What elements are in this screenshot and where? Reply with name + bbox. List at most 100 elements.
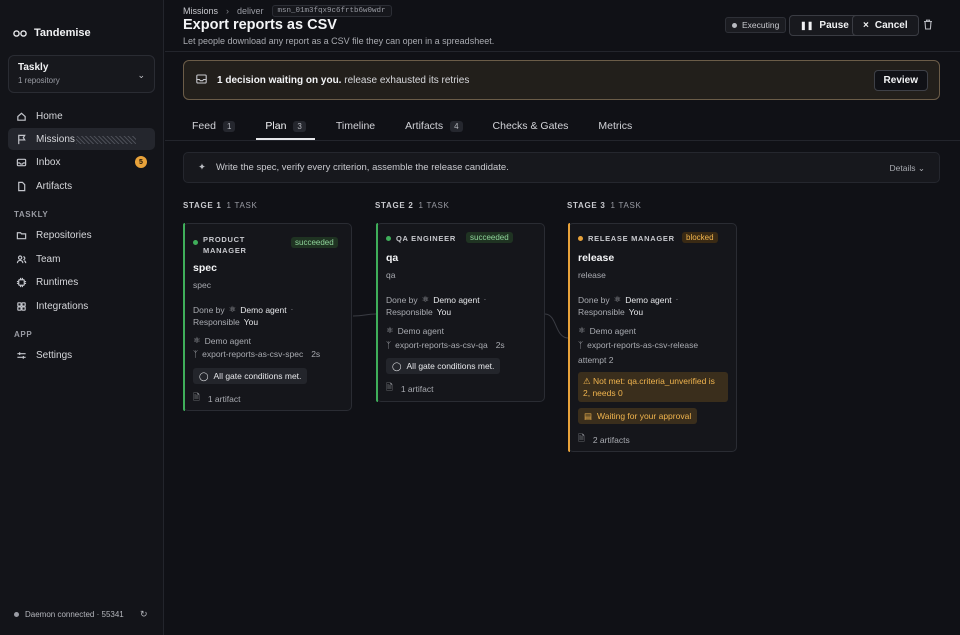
nav-integrations[interactable]: Integrations (8, 295, 155, 317)
nav-settings[interactable]: Settings (8, 344, 155, 366)
page-title: Export reports as CSV (183, 17, 337, 33)
branch: ᛉ export-reports-as-csv-release (578, 340, 699, 350)
daemon-status: Daemon connected · 55341 (14, 610, 124, 619)
task-card-release[interactable]: RELEASE MANAGER blocked release release … (568, 223, 737, 452)
nav-runtimes[interactable]: Runtimes (8, 271, 155, 293)
role-dot (193, 240, 198, 245)
artifact-count[interactable]: 🗎 1 artifact (386, 382, 433, 396)
nav-inbox[interactable]: Inbox 5 (8, 151, 155, 173)
status-dot (14, 612, 19, 617)
nav-integrations-label: Integrations (36, 300, 89, 312)
task-card-spec[interactable]: PRODUCT MANAGER succeeded spec spec Done… (183, 223, 352, 411)
nav-team[interactable]: Team (8, 248, 155, 270)
decision-text: release exhausted its retries (344, 74, 470, 86)
status-bar (568, 223, 570, 452)
tab-timeline[interactable]: Timeline (327, 112, 384, 140)
task-title: spec (193, 262, 217, 274)
nav-artifacts-label: Artifacts (36, 180, 73, 192)
artifact-count[interactable]: 🗎 1 artifact (193, 392, 240, 406)
task-card-qa[interactable]: QA ENGINEER succeeded qa qa Done by ⚛ Dem… (376, 223, 545, 402)
mission-id: msn_01m3fqx9c6frtb6w0wdr (271, 5, 392, 17)
details-toggle[interactable]: Details ⌄ (890, 163, 925, 174)
nav-repositories[interactable]: Repositories (8, 224, 155, 246)
cpu-icon (15, 276, 27, 288)
nav-inbox-label: Inbox (36, 156, 61, 168)
nav-missions[interactable]: Missions (8, 128, 155, 150)
nav-home[interactable]: Home (8, 105, 155, 127)
bot-icon: ⚛ (421, 294, 430, 304)
workspace-switcher[interactable]: Taskly 1 repository ⌄ (8, 55, 155, 93)
brand-name: Tandemise (34, 27, 91, 39)
tab-plan-count: 3 (293, 120, 306, 132)
cancel-label: Cancel (874, 20, 908, 31)
agent: ⚛ Demo agent (193, 335, 251, 346)
done-by: Done by ⚛ Demo agent · (386, 294, 487, 305)
inbox-count-badge: 5 (135, 156, 147, 168)
plug-icon (15, 300, 27, 312)
gate-status: ◯ All gate conditions met. (386, 358, 501, 374)
tab-feed[interactable]: Feed 1 (183, 112, 244, 140)
task-sub: release (578, 270, 606, 280)
tab-metrics[interactable]: Metrics (589, 112, 641, 140)
tab-artifacts[interactable]: Artifacts 4 (396, 112, 471, 140)
close-icon: × (863, 20, 869, 31)
breadcrumb-missions[interactable]: Missions (183, 6, 218, 16)
branch: ᛉ export-reports-as-csv-qa 2s (386, 340, 505, 350)
tab-checks-label: Checks & Gates (492, 120, 569, 132)
chevron-right-icon: › (226, 6, 230, 16)
responsible: Responsible You (386, 307, 452, 317)
cancel-button[interactable]: × Cancel (852, 15, 919, 36)
shield-icon: ◯ (199, 370, 209, 381)
tab-plan[interactable]: Plan 3 (256, 112, 316, 140)
workspace-name: Taskly (18, 62, 49, 73)
agent: ⚛ Demo agent (386, 325, 444, 336)
inbox-icon (196, 73, 207, 87)
chevron-down-icon: ⌄ (137, 70, 145, 80)
inbox-icon: ▤ (584, 410, 593, 421)
nav-artifacts[interactable]: Artifacts (8, 175, 155, 197)
role-dot (386, 236, 391, 241)
task-sub: qa (386, 270, 396, 280)
refresh-icon[interactable]: ↻ (140, 609, 148, 620)
tab-plan-label: Plan (265, 120, 287, 132)
bot-icon: ⚛ (193, 335, 201, 345)
approval-status[interactable]: ▤ Waiting for your approval (578, 408, 698, 424)
decision-banner: 1 decision waiting on you. release exhau… (183, 60, 940, 100)
gate-warning: ⚠ Not met: qa.criteria_unverified is 2, … (578, 372, 728, 402)
attempt: attempt 2 (578, 355, 614, 365)
trash-icon[interactable] (923, 19, 933, 33)
nav-runtimes-label: Runtimes (36, 276, 79, 288)
plan-summary-text: Write the spec, verify every criterion, … (215, 162, 509, 173)
tab-timeline-label: Timeline (335, 120, 376, 132)
inbox-icon (15, 156, 27, 168)
nav-home-label: Home (36, 110, 63, 122)
shield-icon: ◯ (392, 360, 402, 371)
warning-icon: ⚠ (583, 376, 591, 386)
branch-icon: ᛉ (578, 340, 584, 350)
stage-2-label: STAGE 21 TASK (375, 201, 450, 210)
pause-button[interactable]: ❚❚ Pause (789, 15, 860, 36)
brand[interactable]: Tandemise (13, 27, 91, 39)
responsible: Responsible You (193, 317, 259, 327)
status-text: Executing (742, 20, 780, 30)
stage-1-label: STAGE 11 TASK (183, 201, 258, 210)
status-badge: Executing (725, 17, 787, 33)
page-subtitle: Let people download any report as a CSV … (183, 36, 495, 46)
tab-checks-gates[interactable]: Checks & Gates (484, 112, 578, 140)
status-bar (376, 223, 378, 402)
nav-team-label: Team (36, 253, 61, 265)
done-by: Done by ⚛ Demo agent · (578, 294, 679, 305)
hover-pattern (76, 136, 136, 144)
section-app: APP (14, 330, 33, 339)
role-label: PRODUCT MANAGER (203, 235, 247, 255)
gate-status: ◯ All gate conditions met. (193, 368, 308, 384)
status-badge: blocked (682, 232, 718, 243)
review-button[interactable]: Review (873, 70, 928, 91)
agent: ⚛ Demo agent (578, 325, 636, 336)
file-icon: 🗎 (386, 382, 393, 392)
breadcrumb-deliver[interactable]: deliver (237, 6, 264, 16)
role-label: QA ENGINEER (396, 234, 456, 243)
artifact-count[interactable]: 🗎 2 artifacts (578, 433, 630, 447)
done-by: Done by ⚛ Demo agent · (193, 304, 294, 315)
tab-artifacts-label: Artifacts (405, 120, 444, 132)
